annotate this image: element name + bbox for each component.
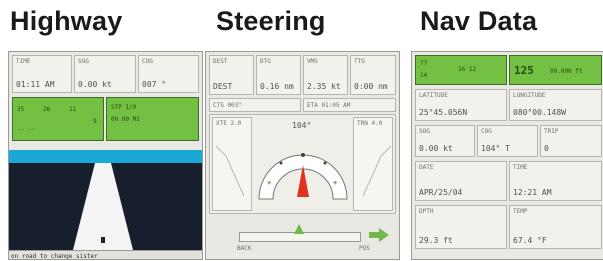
temp-field: TEMP 67.4 °F — [509, 205, 602, 249]
trn-scale: TRN 4.0 — [353, 117, 393, 211]
steering-screen: DEST DEST DTG 0.16 nm VMG 2.35 kt TTG 0:… — [205, 51, 400, 260]
nav-time-field: TIME 12:21 AM — [509, 161, 602, 201]
waypoint-left: 35 26 11 9 -- -- — [12, 97, 104, 141]
message-bar: on road to change sister — [9, 250, 202, 259]
heading-readout: 104° — [292, 121, 312, 130]
steer-pointer — [294, 224, 304, 234]
depth-field: DPTH 29.3 ft — [415, 205, 507, 249]
time-field: TIME 01:11 AM — [12, 55, 72, 93]
nav-top-right: 125 00.000 ft — [509, 55, 602, 85]
nav-top-left: 77 14 26 12 — [415, 55, 507, 85]
nav-sog-field: SOG 0.00 kt — [415, 125, 475, 157]
highway-title: Highway — [10, 6, 123, 36]
waypoint-right: STP 1/0 00.00 MI — [106, 97, 199, 141]
cts-field: CTS 003° — [209, 98, 301, 112]
nav-data-screen: 77 14 26 12 125 00.000 ft LATITUDE 25°45… — [411, 51, 603, 260]
steering-compass: + + — [258, 153, 348, 200]
bottom-bar: BACK POS — [209, 218, 396, 258]
steering-area: XTE 2.0 TRN 4.0 104° + + — [209, 114, 396, 214]
xte-scale: XTE 2.0 — [212, 117, 252, 211]
eta-field: ETA 01:05 AM — [303, 98, 396, 112]
road-graphic — [73, 163, 133, 250]
vmg-field: VMG 2.35 kt — [303, 55, 348, 95]
steering-title: Steering — [216, 6, 326, 36]
trip-field: TRIP 0 — [540, 125, 602, 157]
dtg-field: DTG 0.16 nm — [256, 55, 301, 95]
ttg-field: TTG 0:00 nm — [350, 55, 396, 95]
highway-screen: TIME 01:11 AM SOG 0.00 kt COG 007 ° 35 2… — [8, 51, 203, 260]
latitude-field: LATITUDE 25°45.056N — [415, 89, 507, 121]
sky-band — [9, 150, 202, 163]
nav-button-right[interactable]: POS — [359, 245, 370, 252]
nav-button-left[interactable]: BACK — [237, 245, 251, 252]
dest-field: DEST DEST — [209, 55, 254, 95]
svg-text:+: + — [267, 179, 271, 187]
nav-data-title: Nav Data — [420, 6, 538, 36]
longitude-field: LONGITUDE 080°00.148W — [509, 89, 602, 121]
arrow-right-icon[interactable] — [369, 228, 389, 242]
cog-field: COG 007 ° — [138, 55, 199, 93]
nav-cog-field: COG 104° T — [477, 125, 538, 157]
svg-text:+: + — [333, 179, 337, 187]
highway-view — [9, 163, 202, 250]
sog-field: SOG 0.00 kt — [74, 55, 136, 93]
date-field: DATE APR/25/04 — [415, 161, 507, 201]
